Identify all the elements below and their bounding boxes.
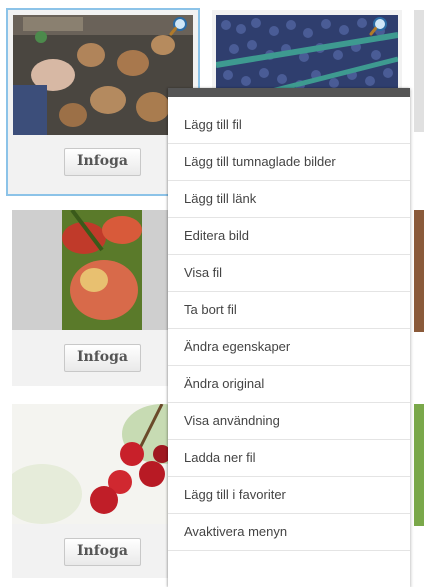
image-tile-apples[interactable]: Infoga xyxy=(12,210,192,386)
menu-item-edit-image[interactable]: Editera bild xyxy=(168,218,410,255)
menu-item-delete-file[interactable]: Ta bort fil xyxy=(168,292,410,329)
menu-item-disable-menu[interactable]: Avaktivera menyn xyxy=(168,514,410,551)
menu-item-view-file[interactable]: Visa fil xyxy=(168,255,410,292)
menu-item-add-file[interactable]: Lägg till fil xyxy=(168,107,410,144)
menu-item-add-link[interactable]: Lägg till länk xyxy=(168,181,410,218)
menu-item-add-to-favorites[interactable]: Lägg till i favoriter xyxy=(168,477,410,514)
gingerbread-thumbnail[interactable] xyxy=(13,15,193,135)
partial-thumbnail-edge xyxy=(414,10,424,132)
magnifier-icon[interactable] xyxy=(168,15,190,37)
cherries-thumbnail[interactable] xyxy=(12,404,192,524)
insert-button[interactable]: Infoga xyxy=(64,344,141,372)
menu-item-change-properties[interactable]: Ändra egenskaper xyxy=(168,329,410,366)
menu-item-view-usage[interactable]: Visa användning xyxy=(168,403,410,440)
menu-item-change-original[interactable]: Ändra original xyxy=(168,366,410,403)
partial-thumbnail-edge xyxy=(414,404,424,526)
image-tile-cherries[interactable]: Infoga xyxy=(12,404,192,578)
insert-button[interactable]: Infoga xyxy=(64,148,141,176)
context-menu: Lägg till fil Lägg till tumnaglade bilde… xyxy=(168,88,410,587)
partial-thumbnail-edge xyxy=(414,210,424,332)
menu-item-download-file[interactable]: Ladda ner fil xyxy=(168,440,410,477)
menu-item-add-thumbnails[interactable]: Lägg till tumnaglade bilder xyxy=(168,144,410,181)
insert-button[interactable]: Infoga xyxy=(64,538,141,566)
apples-thumbnail[interactable] xyxy=(12,210,192,330)
magnifier-icon[interactable] xyxy=(368,15,390,37)
